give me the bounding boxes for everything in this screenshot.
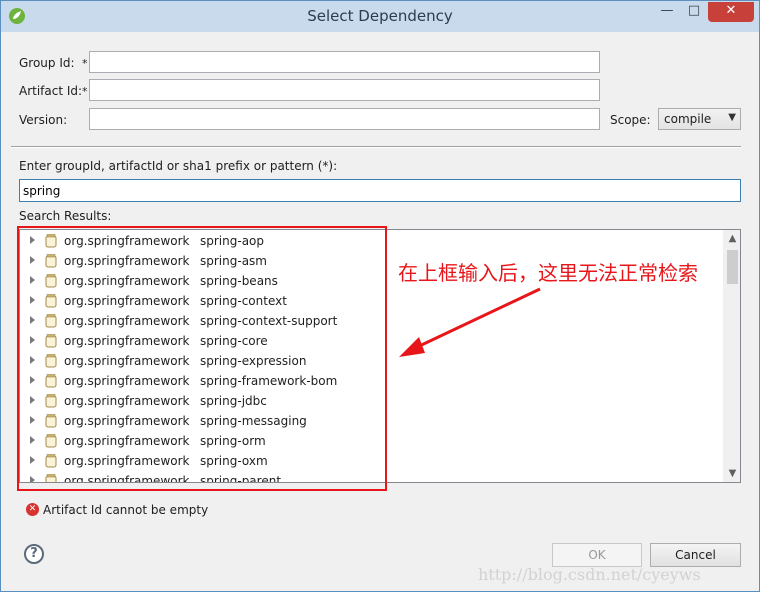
search-prompt-label: Enter groupId, artifactId or sha1 prefix… (19, 159, 338, 173)
artifact-id-required-marker: * (82, 85, 88, 98)
artifact-id-label: Artifact Id: (19, 84, 83, 98)
minimize-button[interactable]: — (653, 2, 681, 22)
separator (11, 146, 741, 148)
artifact-id-input[interactable] (90, 80, 599, 100)
search-field[interactable] (19, 179, 741, 202)
chevron-down-icon: ▼ (728, 112, 736, 123)
help-button[interactable]: ? (24, 544, 44, 564)
scope-label: Scope: (610, 113, 651, 127)
dialog-title: Select Dependency (307, 7, 453, 25)
group-id-input[interactable] (90, 52, 599, 72)
scope-select[interactable]: compile ▼ (658, 108, 741, 130)
scroll-down-icon[interactable]: ▼ (724, 465, 740, 482)
error-message: Artifact Id cannot be empty (43, 503, 209, 517)
version-input[interactable] (90, 109, 599, 129)
ok-button[interactable]: OK (552, 543, 642, 567)
cancel-button[interactable]: Cancel (650, 543, 741, 567)
annotation-text: 在上框输入后，这里无法正常检索 (398, 261, 698, 285)
artifact-id-field[interactable] (89, 79, 600, 101)
watermark: http://blog.csdn.net/cyeyws (478, 565, 701, 584)
scope-select-value: compile (664, 112, 712, 126)
scroll-up-icon[interactable]: ▲ (724, 230, 740, 247)
close-button[interactable]: ✕ (708, 2, 754, 22)
maximize-button[interactable]: □ (681, 2, 707, 22)
search-results-label: Search Results: (19, 209, 112, 223)
title-bar: Select Dependency — □ ✕ (1, 1, 759, 32)
version-label: Version: (19, 113, 68, 127)
scroll-thumb[interactable] (727, 250, 738, 284)
search-input[interactable] (20, 180, 740, 201)
annotation-box (17, 226, 387, 491)
group-id-label: Group Id: (19, 56, 75, 70)
error-icon: ✕ (26, 503, 39, 516)
vertical-scrollbar[interactable]: ▲ ▼ (723, 230, 740, 482)
group-id-required-marker: * (82, 57, 88, 70)
group-id-field[interactable] (89, 51, 600, 73)
annotation-arrow-icon (399, 287, 541, 357)
version-field[interactable] (89, 108, 600, 130)
